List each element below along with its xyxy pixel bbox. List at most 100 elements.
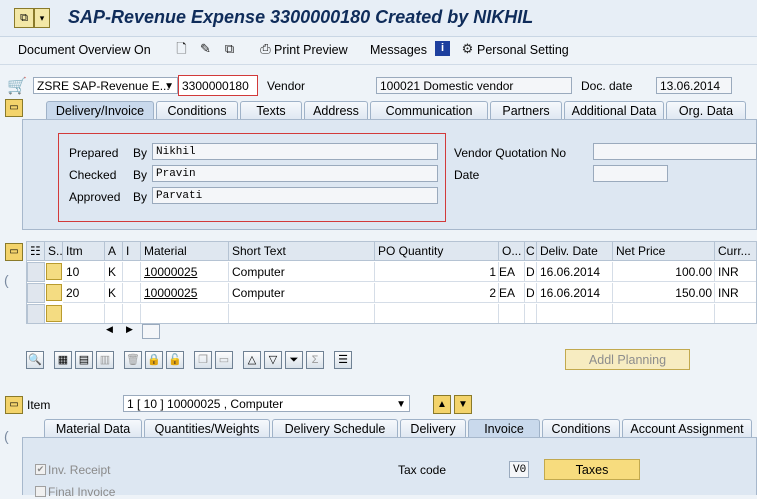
table-cell-empty[interactable] bbox=[105, 304, 123, 323]
table-row-status[interactable] bbox=[46, 263, 62, 280]
grid-layout-icon[interactable]: ☷ bbox=[27, 242, 45, 261]
previous-item-icon[interactable]: ▲ bbox=[433, 395, 451, 414]
approved-by-field[interactable]: Parvati bbox=[152, 187, 438, 204]
cart-icon[interactable]: 🛒 bbox=[5, 77, 29, 97]
messages-button[interactable]: Messages bbox=[370, 43, 427, 57]
print-preview-icon[interactable]: ⎙ bbox=[258, 41, 273, 56]
subtotal-icon[interactable]: Σ bbox=[306, 351, 324, 369]
table-cell-currency[interactable]: INR bbox=[715, 283, 756, 303]
tab-address[interactable]: Address bbox=[304, 101, 368, 119]
tab-delivery-invoice[interactable]: Delivery/Invoice bbox=[46, 101, 154, 119]
date-field[interactable] bbox=[593, 165, 668, 182]
table-cell-empty[interactable] bbox=[715, 304, 756, 323]
table-cell-empty[interactable] bbox=[375, 304, 499, 323]
table-row-selector[interactable] bbox=[27, 304, 45, 323]
grid-header-acct-cat[interactable]: A bbox=[105, 242, 123, 261]
table-row-selector[interactable] bbox=[27, 262, 45, 282]
grid-header-item-cat[interactable]: I bbox=[123, 242, 141, 261]
grid-header-date-cat[interactable]: C bbox=[525, 242, 537, 261]
table-cell-net-price[interactable]: 100.00 bbox=[613, 262, 715, 282]
grid-header-currency[interactable]: Curr... bbox=[715, 242, 756, 261]
scroll-left-icon[interactable]: ◀ bbox=[106, 324, 113, 335]
table-cell-empty[interactable] bbox=[499, 304, 525, 323]
tab-communication[interactable]: Communication bbox=[370, 101, 488, 119]
table-cell-empty[interactable] bbox=[613, 304, 715, 323]
table-cell-acct-cat[interactable]: K bbox=[105, 283, 123, 303]
paste-icon[interactable]: ▭ bbox=[215, 351, 233, 369]
tab-partners[interactable]: Partners bbox=[490, 101, 562, 119]
table-cell-item[interactable]: 10 bbox=[63, 262, 105, 282]
print-preview-button[interactable]: Print Preview bbox=[274, 43, 348, 57]
delete-icon[interactable]: 🗑 bbox=[124, 351, 142, 369]
settings-icon[interactable]: ☰ bbox=[334, 351, 352, 369]
collapse-items-icon[interactable]: ▭ bbox=[5, 243, 23, 261]
unlock-icon[interactable]: 🔓 bbox=[166, 351, 184, 369]
next-item-icon[interactable]: ▼ bbox=[454, 395, 472, 414]
horizontal-scrollbar[interactable] bbox=[142, 324, 160, 339]
table-row-selector[interactable] bbox=[27, 283, 45, 303]
table-cell-item-cat[interactable] bbox=[123, 283, 141, 303]
table-cell-order-unit[interactable]: EA bbox=[499, 283, 525, 303]
document-overview-button[interactable]: Document Overview On bbox=[18, 43, 151, 57]
personal-setting-button[interactable]: Personal Setting bbox=[477, 43, 569, 57]
table-cell-date-cat[interactable]: D bbox=[525, 262, 537, 282]
vendor-field[interactable]: 100021 Domestic vendor bbox=[376, 77, 572, 94]
tab-additional-data[interactable]: Additional Data bbox=[564, 101, 664, 119]
vendor-quotation-field[interactable] bbox=[593, 143, 757, 160]
select-all-icon[interactable]: ▦ bbox=[54, 351, 72, 369]
tab-material-data[interactable]: Material Data bbox=[44, 419, 142, 437]
table-cell-material[interactable]: 10000025 bbox=[141, 283, 229, 303]
tab-delivery[interactable]: Delivery bbox=[400, 419, 466, 437]
grid-header-po-quantity[interactable]: PO Quantity bbox=[375, 242, 499, 261]
tab-org-data[interactable]: Org. Data bbox=[666, 101, 746, 119]
tab-conditions[interactable]: Conditions bbox=[156, 101, 238, 119]
collapse-item-detail-icon[interactable]: ▭ bbox=[5, 396, 23, 414]
doc-date-field[interactable]: 13.06.2014 bbox=[656, 77, 732, 94]
collapse-header-icon[interactable]: ▭ bbox=[5, 99, 23, 117]
table-cell-po-quantity[interactable]: 1 bbox=[375, 262, 499, 282]
table-cell-net-price[interactable]: 150.00 bbox=[613, 283, 715, 303]
sort-descending-icon[interactable]: ▽ bbox=[264, 351, 282, 369]
new-document-icon[interactable]: 🗋 bbox=[174, 41, 189, 56]
table-cell-acct-cat[interactable]: K bbox=[105, 262, 123, 282]
table-cell-short-text[interactable]: Computer bbox=[229, 283, 375, 303]
item-select[interactable]: 1 [ 10 ] 10000025 , Computer ▼ bbox=[123, 395, 410, 412]
tax-code-field[interactable]: V0 bbox=[509, 461, 529, 478]
info-icon[interactable]: i bbox=[435, 41, 450, 56]
addl-planning-button[interactable]: Addl Planning bbox=[565, 349, 690, 370]
tab-quantities-weights[interactable]: Quantities/Weights bbox=[144, 419, 270, 437]
table-cell-empty[interactable] bbox=[537, 304, 613, 323]
tab-item-conditions[interactable]: Conditions bbox=[542, 419, 620, 437]
system-menu-icon[interactable]: ⧉ bbox=[14, 8, 34, 28]
grid-header-order-unit[interactable]: O... bbox=[499, 242, 525, 261]
document-number-field[interactable]: 3300000180 bbox=[178, 75, 258, 96]
grid-header-deliv-date[interactable]: Deliv. Date bbox=[537, 242, 613, 261]
tab-account-assignment[interactable]: Account Assignment bbox=[622, 419, 752, 437]
table-cell-material[interactable]: 10000025 bbox=[141, 262, 229, 282]
item-details-icon[interactable]: 🔍 bbox=[26, 351, 44, 369]
system-menu-dropdown-icon[interactable]: ▾ bbox=[34, 8, 50, 28]
table-cell-item-cat[interactable] bbox=[123, 262, 141, 282]
tab-invoice[interactable]: Invoice bbox=[468, 419, 540, 437]
table-cell-empty[interactable] bbox=[141, 304, 229, 323]
lock-icon[interactable]: 🔒 bbox=[145, 351, 163, 369]
table-cell-item[interactable]: 20 bbox=[63, 283, 105, 303]
table-row-status[interactable] bbox=[46, 305, 62, 322]
table-cell-po-quantity[interactable]: 2 bbox=[375, 283, 499, 303]
grid-header-status[interactable]: S.. bbox=[45, 242, 63, 261]
personal-setting-icon[interactable]: ⚙ bbox=[460, 41, 475, 56]
table-row-status[interactable] bbox=[46, 284, 62, 301]
prepared-by-field[interactable]: Nikhil bbox=[152, 143, 438, 160]
tab-delivery-schedule[interactable]: Delivery Schedule bbox=[272, 419, 398, 437]
deselect-all-icon[interactable]: ▤ bbox=[75, 351, 93, 369]
table-cell-date-cat[interactable]: D bbox=[525, 283, 537, 303]
grid-header-item[interactable]: Itm bbox=[63, 242, 105, 261]
table-cell-short-text[interactable]: Computer bbox=[229, 262, 375, 282]
grid-header-material[interactable]: Material bbox=[141, 242, 229, 261]
tab-texts[interactable]: Texts bbox=[240, 101, 302, 119]
table-cell-empty[interactable] bbox=[63, 304, 105, 323]
final-invoice-checkbox[interactable] bbox=[35, 486, 46, 497]
other-document-icon[interactable]: ⧉ bbox=[222, 41, 237, 56]
grid-header-short-text[interactable]: Short Text bbox=[229, 242, 375, 261]
table-cell-currency[interactable]: INR bbox=[715, 262, 756, 282]
